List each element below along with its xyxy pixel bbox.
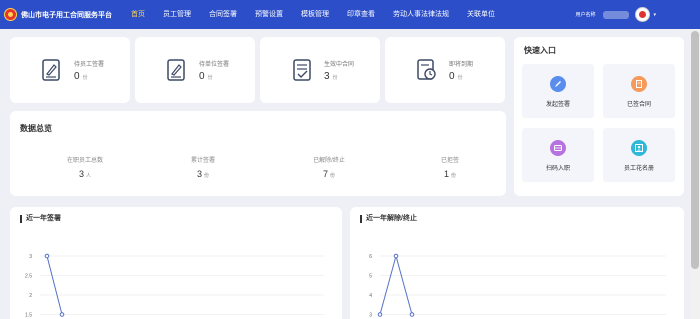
stat-value: 3份 bbox=[324, 71, 338, 82]
series-line bbox=[379, 254, 413, 315]
data-overview-panel: 数据总览 在职员工总数 3人 累计签署 3份 已解除/终止 7份 已拒签 1份 bbox=[10, 111, 506, 196]
overview-item: 已拒签 1份 bbox=[410, 155, 490, 179]
quick-entry-title: 快速入口 bbox=[524, 46, 556, 55]
nav-related-units[interactable]: 关联单位 bbox=[458, 0, 504, 29]
nav-warning-settings[interactable]: 预警设置 bbox=[246, 0, 292, 29]
data-point[interactable] bbox=[44, 253, 50, 259]
chart-panel-signing: 近一年签署 3 2.5 2 1.5 bbox=[10, 207, 342, 319]
overview-value: 3人 bbox=[78, 169, 92, 179]
y-tick-label: 4 bbox=[369, 293, 372, 299]
page-scrollbar[interactable] bbox=[690, 29, 700, 319]
overview-value: 7份 bbox=[322, 169, 336, 179]
y-tick-label: 1.5 bbox=[25, 313, 32, 319]
quick-employee-roster[interactable]: 员工花名册 bbox=[603, 128, 675, 182]
pen-icon bbox=[550, 76, 566, 92]
y-tick-label: 6 bbox=[369, 254, 372, 260]
emblem-icon bbox=[4, 8, 17, 21]
stat-label: 待员工签署 bbox=[74, 62, 105, 68]
stat-value: 0份 bbox=[74, 71, 88, 82]
overview-label: 已解除/终止 bbox=[313, 158, 345, 164]
quick-tile-label: 发起签署 bbox=[545, 102, 570, 108]
overview-item: 已解除/终止 7份 bbox=[289, 155, 369, 179]
overview-label: 累计签署 bbox=[190, 158, 215, 164]
nav-template-management[interactable]: 模板管理 bbox=[292, 0, 338, 29]
y-tick-label: 3 bbox=[369, 313, 372, 319]
series-line bbox=[46, 255, 63, 315]
blurred-username bbox=[603, 10, 630, 19]
signing-line-chart: 3 2.5 2 1.5 bbox=[25, 253, 324, 319]
nav-labor-law[interactable]: 劳动人事法律法规 bbox=[384, 0, 458, 29]
quick-start-signing[interactable]: 发起签署 bbox=[522, 64, 594, 118]
clock-doc-icon bbox=[417, 59, 436, 80]
quick-entry-panel: 快速入口 发起签署 已签合同 扫码入职 员工花名册 bbox=[514, 37, 684, 196]
data-point[interactable] bbox=[409, 312, 415, 317]
nav-employee-management[interactable]: 员工管理 bbox=[154, 0, 200, 29]
overview-label: 已拒签 bbox=[440, 158, 459, 164]
nav-home[interactable]: 首页 bbox=[122, 0, 154, 29]
contract-check-icon bbox=[293, 59, 311, 81]
top-navigation-bar: 佛山市电子用工合同服务平台 首页 员工管理 合同签署 预警设置 模板管理 印章查… bbox=[0, 0, 700, 29]
user-menu[interactable]: 用户名称 ▾ bbox=[575, 7, 656, 22]
stat-value: 0份 bbox=[449, 71, 463, 82]
chevron-down-icon[interactable]: ▾ bbox=[653, 12, 656, 18]
stat-label: 待单位签署 bbox=[199, 62, 230, 68]
quick-tile-label: 扫码入职 bbox=[545, 166, 570, 172]
main-nav: 首页 员工管理 合同签署 预警设置 模板管理 印章查看 劳动人事法律法规 关联单… bbox=[122, 0, 504, 29]
roster-icon bbox=[631, 140, 647, 156]
data-point[interactable] bbox=[393, 253, 399, 259]
overview-item: 累计签署 3份 bbox=[163, 155, 243, 179]
y-tick-label: 3 bbox=[29, 254, 32, 260]
stat-card-expiring[interactable]: 即将到期 0份 bbox=[385, 37, 505, 103]
overview-title: 数据总览 bbox=[20, 124, 52, 133]
document-icon bbox=[631, 76, 647, 92]
overview-label: 在职员工总数 bbox=[66, 158, 103, 164]
quick-signed-contracts[interactable]: 已签合同 bbox=[603, 64, 675, 118]
avatar[interactable] bbox=[635, 7, 651, 22]
overview-value: 1份 bbox=[443, 169, 457, 179]
nav-contract-signing[interactable]: 合同签署 bbox=[200, 0, 246, 29]
chart-panel-termination: 近一年解除/终止 6543 bbox=[350, 207, 684, 319]
stat-card-pending-employee[interactable]: 待员工签署 0份 bbox=[10, 37, 130, 103]
termination-line-chart: 6 5 4 3 bbox=[369, 253, 666, 319]
data-point[interactable] bbox=[377, 312, 383, 317]
stat-card-pending-unit[interactable]: 待单位签署 0份 bbox=[135, 37, 255, 103]
quick-scan-onboard[interactable]: 扫码入职 bbox=[522, 128, 594, 182]
data-point[interactable] bbox=[59, 312, 65, 317]
overview-value: 3份 bbox=[196, 169, 210, 179]
stat-label: 生效中合同 bbox=[324, 62, 355, 68]
scrollbar-thumb[interactable] bbox=[691, 31, 699, 269]
quick-tile-label: 已签合同 bbox=[626, 102, 651, 108]
nav-seal-view[interactable]: 印章查看 bbox=[338, 0, 384, 29]
stat-card-effective[interactable]: 生效中合同 3份 bbox=[260, 37, 380, 103]
y-tick-label: 2.5 bbox=[25, 274, 32, 280]
platform-logo[interactable]: 佛山市电子用工合同服务平台 bbox=[4, 8, 112, 21]
y-tick-label: 2 bbox=[29, 293, 32, 299]
scan-icon bbox=[550, 140, 566, 156]
y-tick-label: 5 bbox=[369, 274, 372, 280]
sign-doc-icon bbox=[167, 59, 185, 81]
user-name-label: 用户名称 bbox=[575, 12, 596, 18]
quick-tile-label: 员工花名册 bbox=[623, 166, 654, 172]
stat-label: 即将到期 bbox=[449, 62, 474, 68]
platform-title: 佛山市电子用工合同服务平台 bbox=[21, 11, 112, 19]
overview-item: 在职员工总数 3人 bbox=[45, 155, 125, 179]
sign-doc-icon bbox=[42, 59, 60, 81]
stat-value: 0份 bbox=[199, 71, 213, 82]
